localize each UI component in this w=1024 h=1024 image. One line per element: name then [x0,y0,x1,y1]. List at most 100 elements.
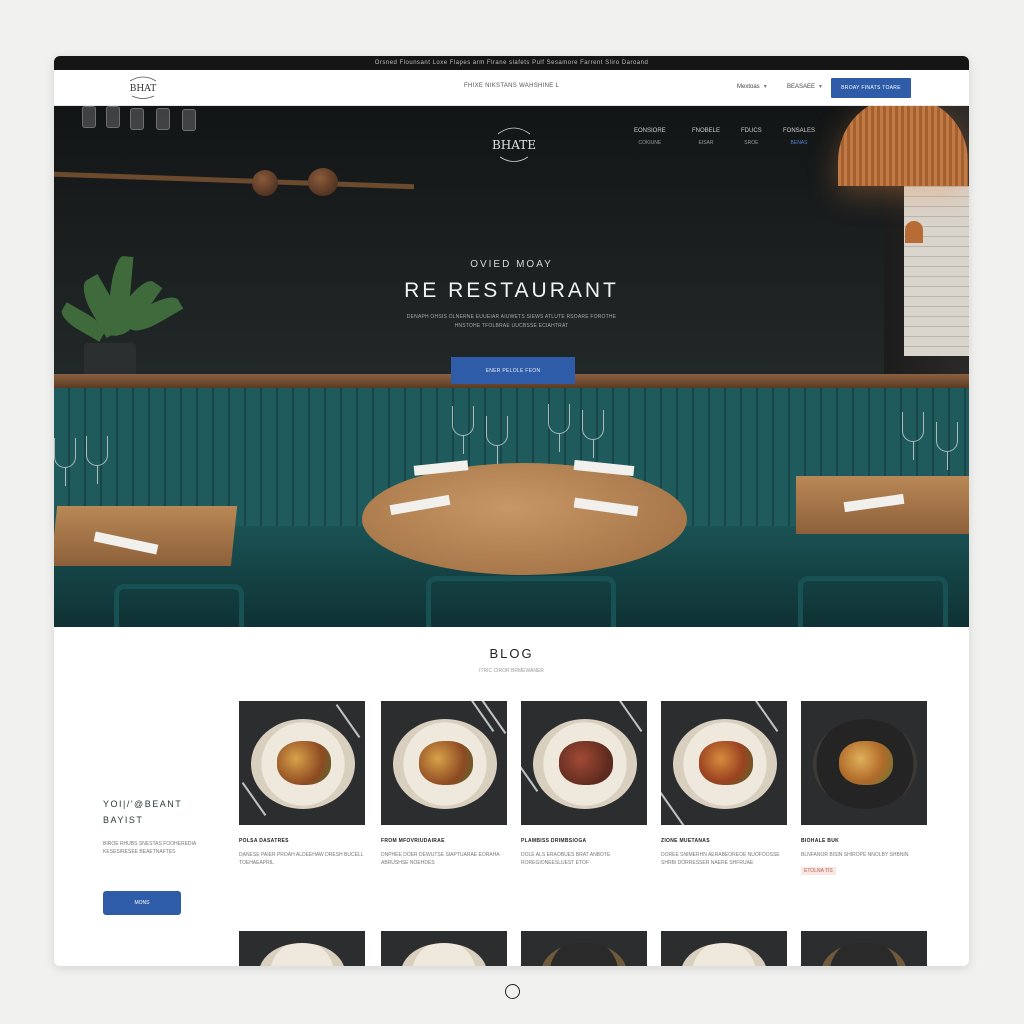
hero-cta-button[interactable]: ENER PELOLE FEON [451,357,575,384]
food [277,741,331,785]
hero-logo-text: BHATE [492,138,536,152]
blog-card[interactable]: FROM MFOVRIUDAIRAE DNPHEE DOER DEWUTSE S… [381,701,507,867]
menu-label: Mextoas [737,83,760,90]
blog-card-image-row2[interactable] [521,931,647,966]
food [699,741,753,785]
wine-glass [582,410,604,458]
shelf-jar [106,106,120,128]
dining-table-center [362,463,687,575]
food [419,741,473,785]
hero-nav-sub: BENAS [790,140,808,146]
hero-nav-sub: COKIUNE [638,140,662,146]
blog-card-image[interactable] [239,701,365,825]
hero-logo[interactable]: BHATE [492,124,536,166]
hero-nav-label: FDUCS [741,128,762,134]
blog-card-image[interactable] [381,701,507,825]
wine-glass [452,406,474,454]
browser-page: Orsned Flounsant Loxe Flapes arm Flrane … [54,56,969,966]
hero-section: BHATE EONSIORE COKIUNE FNOBELE EISAR FDU… [54,106,969,627]
account-dropdown[interactable]: BEASAEE ▾ [787,83,823,91]
blog-card-image[interactable] [801,701,927,825]
blog-card-image[interactable] [661,701,787,825]
shelf-pot [308,168,338,196]
blog-card-title[interactable]: BIOHALE BUK [801,838,927,844]
chevron-down-icon: ▾ [819,84,823,90]
blog-card-title[interactable]: PLAMBISS DRIMBSIOGA [521,838,647,844]
wine-glass [548,404,570,452]
blog-card-image-row2[interactable] [661,931,787,966]
hero-nav-sub: EISAR [698,140,714,146]
food [839,741,893,785]
blog-card[interactable]: BIOHALE BUK BLNFANOR BISIN SHIROPE NNOLB… [801,701,927,877]
knife [753,701,779,732]
shelf-pot [252,170,278,196]
brand-logo[interactable]: BHAT [126,75,160,101]
wine-glass [54,438,76,486]
menu-dropdown[interactable]: Mextoas ▾ [737,83,767,91]
blog-title: BLOG [489,646,534,661]
dining-table-left [54,506,238,566]
announcement-bar: Orsned Flounsant Loxe Flapes arm Flrane … [54,56,969,70]
blog-card-title[interactable]: FROM MFOVRIUDAIRAE [381,838,507,844]
brick-wall-image [904,186,969,356]
top-navigation: BHAT FHIXE NIKSTANS WAHSHINE L Mextoas ▾… [54,70,969,106]
sidebar-heading-line2: BAYIST [103,815,144,825]
book-table-button[interactable]: BROAY FINATS TOARE [831,78,911,98]
blog-card-description: DOLE ALS ERAOBUES BRAT ANBOTE ROREGIONEE… [521,852,611,866]
blog-card-image-row2[interactable] [381,931,507,966]
top-center-link[interactable]: FHIXE NIKSTANS WAHSHINE L [464,83,559,89]
blog-card-image-row2[interactable] [801,931,927,966]
plate [259,943,345,966]
wine-glass [902,412,924,460]
blog-card-description: DNPHEE DOER DEWUTSE SIAPTUARAE EORAHA AB… [381,852,500,866]
chair [114,584,244,627]
hero-nav-label: FNOBELE [692,128,721,134]
plate [821,943,907,966]
blog-card[interactable]: PLAMBISS DRIMBSIOGA DOLE ALS ERAOBUES BR… [521,701,647,867]
brand-logo-text: BHAT [130,84,156,94]
announcement-text: Orsned Flounsant Loxe Flapes arm Flrane … [374,60,649,66]
chair [426,576,616,627]
blog-card-image-row2[interactable] [239,931,365,966]
shelf-jar [156,108,170,130]
pendant-lamp-small [905,221,923,243]
blog-card-description: DOREE SNIMERHN AERABEOREOE NUOFOOSSE SHR… [661,852,780,866]
pendant-lamp [838,106,968,186]
hero-description: DENAPH OHSIS OLNERNE EUUEIAR AIUWETS SIE… [406,314,617,329]
wine-glass [86,436,108,484]
home-indicator-icon[interactable] [505,984,520,999]
fork [661,792,685,825]
plate [401,943,487,966]
sidebar-description: BIROE RHUBS SNESTAS FOOHEREDIA KESESIRES… [103,841,196,855]
blog-card[interactable]: POLSA DASATRES DANESE PAIER PROAH ALDEEH… [239,701,365,867]
blog-card-tag[interactable]: ETOLNA TIS [801,867,836,875]
hero-nav-item-1[interactable]: EONSIORE COKIUNE [634,128,666,146]
hero-nav-label: FONSALES [783,128,816,134]
wine-glass [486,416,508,464]
blog-card-title[interactable]: POLSA DASATRES [239,838,365,844]
plate [541,943,627,966]
wine-glass [936,422,958,470]
blog-subtitle: ITRIC CIROR BRMEWANER [479,668,544,674]
hero-nav-item-2[interactable]: FNOBELE EISAR [692,128,720,146]
hero-nav-label: EONSIORE [634,128,666,134]
blog-card-title[interactable]: ZIONE MUETANAS [661,838,787,844]
hero-nav-item-4[interactable]: FONSALES BENAS [783,128,815,146]
plate [681,943,767,966]
hero-nav-item-3[interactable]: FDUCS SROE [741,128,762,146]
food [559,741,613,785]
blog-card[interactable]: ZIONE MUETANAS DOREE SNIMERHN AERABEOREO… [661,701,787,867]
account-label: BEASAEE [787,83,816,90]
blog-card-description: BLNFANOR BISIN SHIROPE NNOLBY SHBNIN [801,852,909,858]
sidebar-more-button[interactable]: MONS [103,891,181,915]
shelf-jar [182,109,196,131]
shelf-jar [130,108,144,130]
hero-nav-sub: SROE [744,140,759,146]
sidebar-heading: YOI|/'@BEANT BAYIST [103,796,213,828]
blog-card-description: DANESE PAIER PROAH ALDEEHAW DRESH BUCELL… [239,852,364,866]
shelf-jar [82,106,96,128]
sidebar-heading-line1: YOI|/'@BEANT [103,799,183,809]
chevron-down-icon: ▾ [763,84,767,90]
chair [798,576,948,627]
blog-card-image[interactable] [521,701,647,825]
